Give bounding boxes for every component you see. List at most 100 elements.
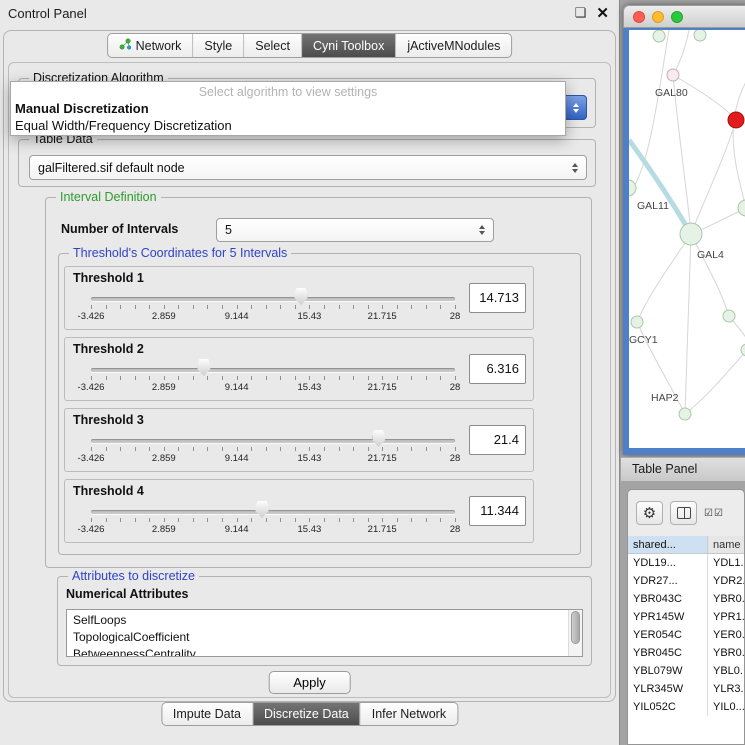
tab-network[interactable]: Network: [108, 34, 194, 57]
attributes-listbox[interactable]: SelfLoopsTopologicalCoefficientBetweenne…: [66, 609, 583, 657]
table-row[interactable]: YBR045CYBR0...: [628, 644, 744, 662]
list-item-topologicalcoefficient[interactable]: TopologicalCoefficient: [67, 629, 582, 646]
mac-close-icon[interactable]: [633, 11, 645, 23]
table-row[interactable]: YDR27...YDR2...: [628, 572, 744, 590]
apply-button[interactable]: Apply: [268, 671, 351, 694]
table-row[interactable]: YIL052CYIL0...: [628, 698, 744, 716]
combo-stepper-icon[interactable]: [565, 95, 587, 120]
axis-label: 15.43: [298, 311, 322, 322]
bottom-tab-infer-network[interactable]: Infer Network: [361, 703, 457, 725]
node-label: GCY1: [629, 334, 658, 346]
tab-select[interactable]: Select: [244, 34, 302, 57]
network-node-gcy1[interactable]: [631, 316, 643, 328]
network-node[interactable]: [741, 344, 745, 356]
columns-icon: [677, 507, 691, 519]
tick-mark: [426, 305, 427, 309]
tick-mark: [178, 518, 179, 522]
algorithm-option-equal-width-frequency-discretization[interactable]: Equal Width/Frequency Discretization: [11, 117, 565, 134]
threshold-value-box[interactable]: 6.316: [469, 354, 526, 384]
network-canvas[interactable]: GAL80GAL11GAL4GCY1HAP2: [629, 30, 745, 448]
tick-mark: [251, 447, 252, 451]
network-node[interactable]: [728, 112, 744, 128]
list-item-selfloops[interactable]: SelfLoops: [67, 612, 582, 629]
tick-mark: [106, 518, 107, 522]
tick-mark: [91, 447, 92, 451]
threshold-value-box[interactable]: 11.344: [469, 496, 526, 526]
table-row[interactable]: YBL079WYBL0...: [628, 662, 744, 680]
tick-mark: [178, 447, 179, 451]
table-body: YDL19...YDL1...YDR27...YDR2...YBR043CYBR…: [628, 554, 744, 716]
node-table: shared...name YDL19...YDL1...YDR27...YDR…: [628, 536, 744, 744]
network-node[interactable]: [653, 30, 665, 42]
close-icon[interactable]: ✕: [596, 4, 609, 22]
threshold-slider[interactable]: -3.4262.8599.14415.4321.71528: [91, 500, 455, 542]
axis-label: 28: [450, 453, 461, 464]
table-row[interactable]: YBR043CYBR0...: [628, 590, 744, 608]
tick-mark: [164, 447, 165, 451]
tick-mark: [324, 518, 325, 522]
axis-label: 2.859: [152, 311, 176, 322]
column-header-shared-[interactable]: shared...: [628, 536, 708, 553]
combo-stepper-icon[interactable]: [479, 225, 485, 235]
table-row[interactable]: YPR145WYPR1...: [628, 608, 744, 626]
network-node[interactable]: [694, 30, 706, 41]
threshold-slider[interactable]: -3.4262.8599.14415.4321.71528: [91, 429, 455, 471]
threshold-value-box[interactable]: 21.4: [469, 425, 526, 455]
tab-cyni-toolbox[interactable]: Cyni Toolbox: [302, 34, 396, 57]
table-cell: YLR3...: [708, 680, 744, 698]
network-node-gal11[interactable]: [629, 180, 636, 196]
network-svg: GAL80GAL11GAL4GCY1HAP2: [629, 30, 745, 448]
tab-style[interactable]: Style: [193, 34, 244, 57]
network-node-gal80[interactable]: [667, 69, 679, 81]
network-node[interactable]: [723, 310, 735, 322]
mac-zoom-icon[interactable]: [671, 11, 683, 23]
mac-minimize-icon[interactable]: [652, 11, 664, 23]
axis-label: 28: [450, 311, 461, 322]
tab-jactivemnodules[interactable]: jActiveMNodules: [396, 34, 511, 57]
slider-axis-labels: -3.4262.8599.14415.4321.71528: [91, 287, 455, 299]
checkboxes-icon[interactable]: ☑☑: [704, 508, 724, 519]
column-header-name[interactable]: name: [708, 536, 744, 553]
select-columns-button[interactable]: [670, 501, 697, 525]
tick-mark: [207, 518, 208, 522]
tick-mark: [266, 447, 267, 451]
tab-label: Infer Network: [372, 707, 446, 721]
threshold-slider[interactable]: -3.4262.8599.14415.4321.71528: [91, 358, 455, 400]
table-cell: YIL052C: [628, 698, 708, 716]
scrollbar-thumb[interactable]: [571, 611, 580, 644]
bottom-tab-discretize-data[interactable]: Discretize Data: [253, 703, 361, 725]
table-row[interactable]: YLR345WYLR3...: [628, 680, 744, 698]
tick-mark: [339, 376, 340, 380]
float-window-icon[interactable]: ❏: [575, 5, 587, 21]
axis-label: 2.859: [152, 382, 176, 393]
number-of-intervals-combo[interactable]: 5: [216, 218, 494, 242]
tick-mark: [207, 305, 208, 309]
tick-mark: [106, 305, 107, 309]
scrollbar[interactable]: [568, 610, 582, 656]
control-panel: Control Panel ❏ ✕ NetworkStyleSelectCyni…: [0, 0, 620, 745]
network-node-gal4[interactable]: [680, 223, 702, 245]
network-edge: [685, 234, 691, 414]
table-panel-header[interactable]: Table Panel: [621, 457, 745, 482]
top-tabbar: NetworkStyleSelect Cyni Toolbox jActiveMNo…: [107, 33, 513, 58]
slider-axis-labels: -3.4262.8599.14415.4321.71528: [91, 429, 455, 441]
threshold-value-box[interactable]: 14.713: [469, 283, 526, 313]
combo-stepper-icon[interactable]: [572, 163, 578, 173]
algorithm-option-manual-discretization[interactable]: Manual Discretization: [11, 100, 565, 117]
table-data-combo[interactable]: galFiltered.sif default node: [29, 155, 587, 180]
tab-label: Cyni Toolbox: [313, 39, 384, 53]
tick-mark: [295, 376, 296, 380]
list-item-betweennesscentrality[interactable]: BetweennessCentrality: [67, 646, 582, 657]
table-row[interactable]: YER054CYER0...: [628, 626, 744, 644]
bottom-tab-impute-data[interactable]: Impute Data: [162, 703, 253, 725]
network-node[interactable]: [738, 200, 745, 216]
network-node-hap2[interactable]: [679, 408, 691, 420]
tick-mark: [280, 447, 281, 451]
threshold-slider[interactable]: -3.4262.8599.14415.4321.71528: [91, 287, 455, 329]
network-edge: [733, 70, 745, 208]
tick-mark: [411, 305, 412, 309]
axis-label: 15.43: [298, 453, 322, 464]
tick-mark: [368, 305, 369, 309]
table-row[interactable]: YDL19...YDL1...: [628, 554, 744, 572]
table-settings-button[interactable]: ⚙: [636, 501, 663, 525]
